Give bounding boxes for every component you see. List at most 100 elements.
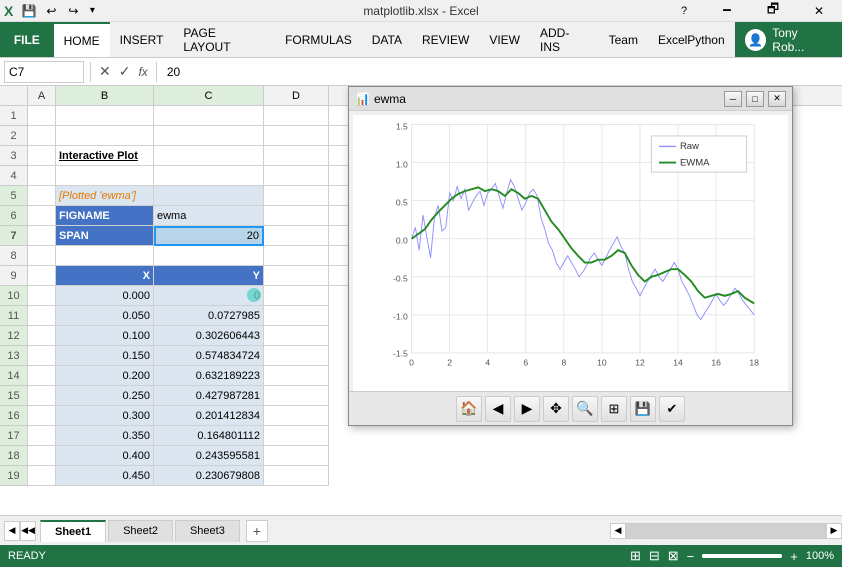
sheet-tab-2[interactable]: Sheet2 xyxy=(108,520,173,542)
tab-team[interactable]: Team xyxy=(599,22,648,57)
row-num-17[interactable]: 17 xyxy=(0,426,28,446)
redo-qat-btn[interactable]: ↪ xyxy=(63,2,83,20)
cell-c13[interactable]: 0.574834724 xyxy=(154,346,264,366)
col-header-c[interactable]: C xyxy=(154,86,264,105)
cell-d1[interactable] xyxy=(264,106,329,126)
cell-b8[interactable] xyxy=(56,246,154,266)
sheet-tab-3[interactable]: Sheet3 xyxy=(175,520,240,542)
page-break-icon[interactable]: ⊠ xyxy=(668,548,679,564)
cell-d14[interactable] xyxy=(264,366,329,386)
add-sheet-btn[interactable]: + xyxy=(246,520,268,542)
cell-b15[interactable]: 0.250 xyxy=(56,386,154,406)
cell-b17[interactable]: 0.350 xyxy=(56,426,154,446)
row-num-3[interactable]: 3 xyxy=(0,146,28,166)
tab-insert[interactable]: INSERT xyxy=(110,22,174,57)
undo-qat-btn[interactable]: ↩ xyxy=(41,2,61,20)
help-btn[interactable]: ? xyxy=(664,0,704,22)
cell-d4[interactable] xyxy=(264,166,329,186)
tab-formulas[interactable]: FORMULAS xyxy=(275,22,362,57)
plot-check-btn[interactable]: ✔ xyxy=(659,396,685,422)
cell-a1[interactable] xyxy=(28,106,56,126)
confirm-icon[interactable]: ✓ xyxy=(117,63,133,80)
cell-c15[interactable]: 0.427987281 xyxy=(154,386,264,406)
function-icon[interactable]: fx xyxy=(136,65,149,79)
cell-b12[interactable]: 0.100 xyxy=(56,326,154,346)
plot-save-btn[interactable]: 💾 xyxy=(630,396,656,422)
cell-c3[interactable] xyxy=(154,146,264,166)
col-header-a[interactable]: A xyxy=(28,86,56,105)
zoom-in-icon[interactable]: + xyxy=(790,549,798,564)
cell-d16[interactable] xyxy=(264,406,329,426)
cell-b13[interactable]: 0.150 xyxy=(56,346,154,366)
plot-subplot-btn[interactable]: ⊞ xyxy=(601,396,627,422)
col-header-d[interactable]: D xyxy=(264,86,329,105)
scroll-left-btn[interactable]: ◀ xyxy=(4,521,20,541)
plot-back-btn[interactable]: ◀ xyxy=(485,396,511,422)
plot-forward-btn[interactable]: ▶ xyxy=(514,396,540,422)
cell-a3[interactable] xyxy=(28,146,56,166)
cell-d17[interactable] xyxy=(264,426,329,446)
tab-home[interactable]: HOME xyxy=(54,22,110,57)
cell-a9[interactable] xyxy=(28,266,56,286)
cell-c2[interactable] xyxy=(154,126,264,146)
hscroll-bar[interactable] xyxy=(626,523,826,539)
cell-a12[interactable] xyxy=(28,326,56,346)
cell-d19[interactable] xyxy=(264,466,329,486)
row-num-15[interactable]: 15 xyxy=(0,386,28,406)
cell-a5[interactable] xyxy=(28,186,56,206)
row-num-12[interactable]: 12 xyxy=(0,326,28,346)
cell-b14[interactable]: 0.200 xyxy=(56,366,154,386)
cell-b16[interactable]: 0.300 xyxy=(56,406,154,426)
cell-d10[interactable] xyxy=(264,286,329,306)
cell-c17[interactable]: 0.164801112 xyxy=(154,426,264,446)
cell-b2[interactable] xyxy=(56,126,154,146)
hscroll-right[interactable]: ▶ xyxy=(826,523,842,539)
cell-d7[interactable] xyxy=(264,226,329,246)
plot-zoom-btn[interactable]: 🔍 xyxy=(572,396,598,422)
row-num-1[interactable]: 1 xyxy=(0,106,28,126)
cell-b3[interactable]: Interactive Plot xyxy=(56,146,154,166)
cell-c7[interactable]: 20 xyxy=(154,226,264,246)
cell-a7[interactable] xyxy=(28,226,56,246)
cell-c8[interactable] xyxy=(154,246,264,266)
cell-a4[interactable] xyxy=(28,166,56,186)
normal-view-icon[interactable]: ⊞ xyxy=(630,548,641,564)
minimize-btn[interactable]: 🗕 xyxy=(704,0,750,22)
cell-a18[interactable] xyxy=(28,446,56,466)
cell-c18[interactable]: 0.243595581 xyxy=(154,446,264,466)
cell-d15[interactable] xyxy=(264,386,329,406)
scroll-left-btn2[interactable]: ◀◀ xyxy=(20,521,36,541)
row-num-13[interactable]: 13 xyxy=(0,346,28,366)
file-button[interactable]: FILE xyxy=(0,22,54,57)
cell-c6[interactable]: ewma xyxy=(154,206,264,226)
cell-b6[interactable]: FIGNAME xyxy=(56,206,154,226)
page-layout-icon[interactable]: ⊟ xyxy=(649,548,660,564)
row-num-7[interactable]: 7 xyxy=(0,226,28,246)
cell-c5[interactable] xyxy=(154,186,264,206)
cell-c9[interactable]: Y xyxy=(154,266,264,286)
cell-d18[interactable] xyxy=(264,446,329,466)
plot-home-btn[interactable]: 🏠 xyxy=(456,396,482,422)
row-num-19[interactable]: 19 xyxy=(0,466,28,486)
maximize-btn[interactable]: 🗗 xyxy=(750,0,796,22)
plot-minimize-btn[interactable]: ─ xyxy=(724,106,742,107)
name-box[interactable]: C7 xyxy=(4,61,84,83)
col-header-b[interactable]: B xyxy=(56,86,154,105)
row-num-2[interactable]: 2 xyxy=(0,126,28,146)
user-area[interactable]: 👤 Tony Rob... xyxy=(735,22,842,57)
cell-a14[interactable] xyxy=(28,366,56,386)
cell-b9[interactable]: X xyxy=(56,266,154,286)
cell-c14[interactable]: 0.632189223 xyxy=(154,366,264,386)
cell-b1[interactable] xyxy=(56,106,154,126)
cancel-icon[interactable]: ✕ xyxy=(97,63,113,80)
row-num-5[interactable]: 5 xyxy=(0,186,28,206)
cell-c1[interactable] xyxy=(154,106,264,126)
sheet-tab-1[interactable]: Sheet1 xyxy=(40,520,106,542)
tab-page-layout[interactable]: PAGE LAYOUT xyxy=(173,22,275,57)
row-num-14[interactable]: 14 xyxy=(0,366,28,386)
cell-d5[interactable] xyxy=(264,186,329,206)
tab-data[interactable]: DATA xyxy=(362,22,412,57)
row-num-11[interactable]: 11 xyxy=(0,306,28,326)
cell-d2[interactable] xyxy=(264,126,329,146)
cell-c10[interactable]: 0 xyxy=(154,286,264,306)
